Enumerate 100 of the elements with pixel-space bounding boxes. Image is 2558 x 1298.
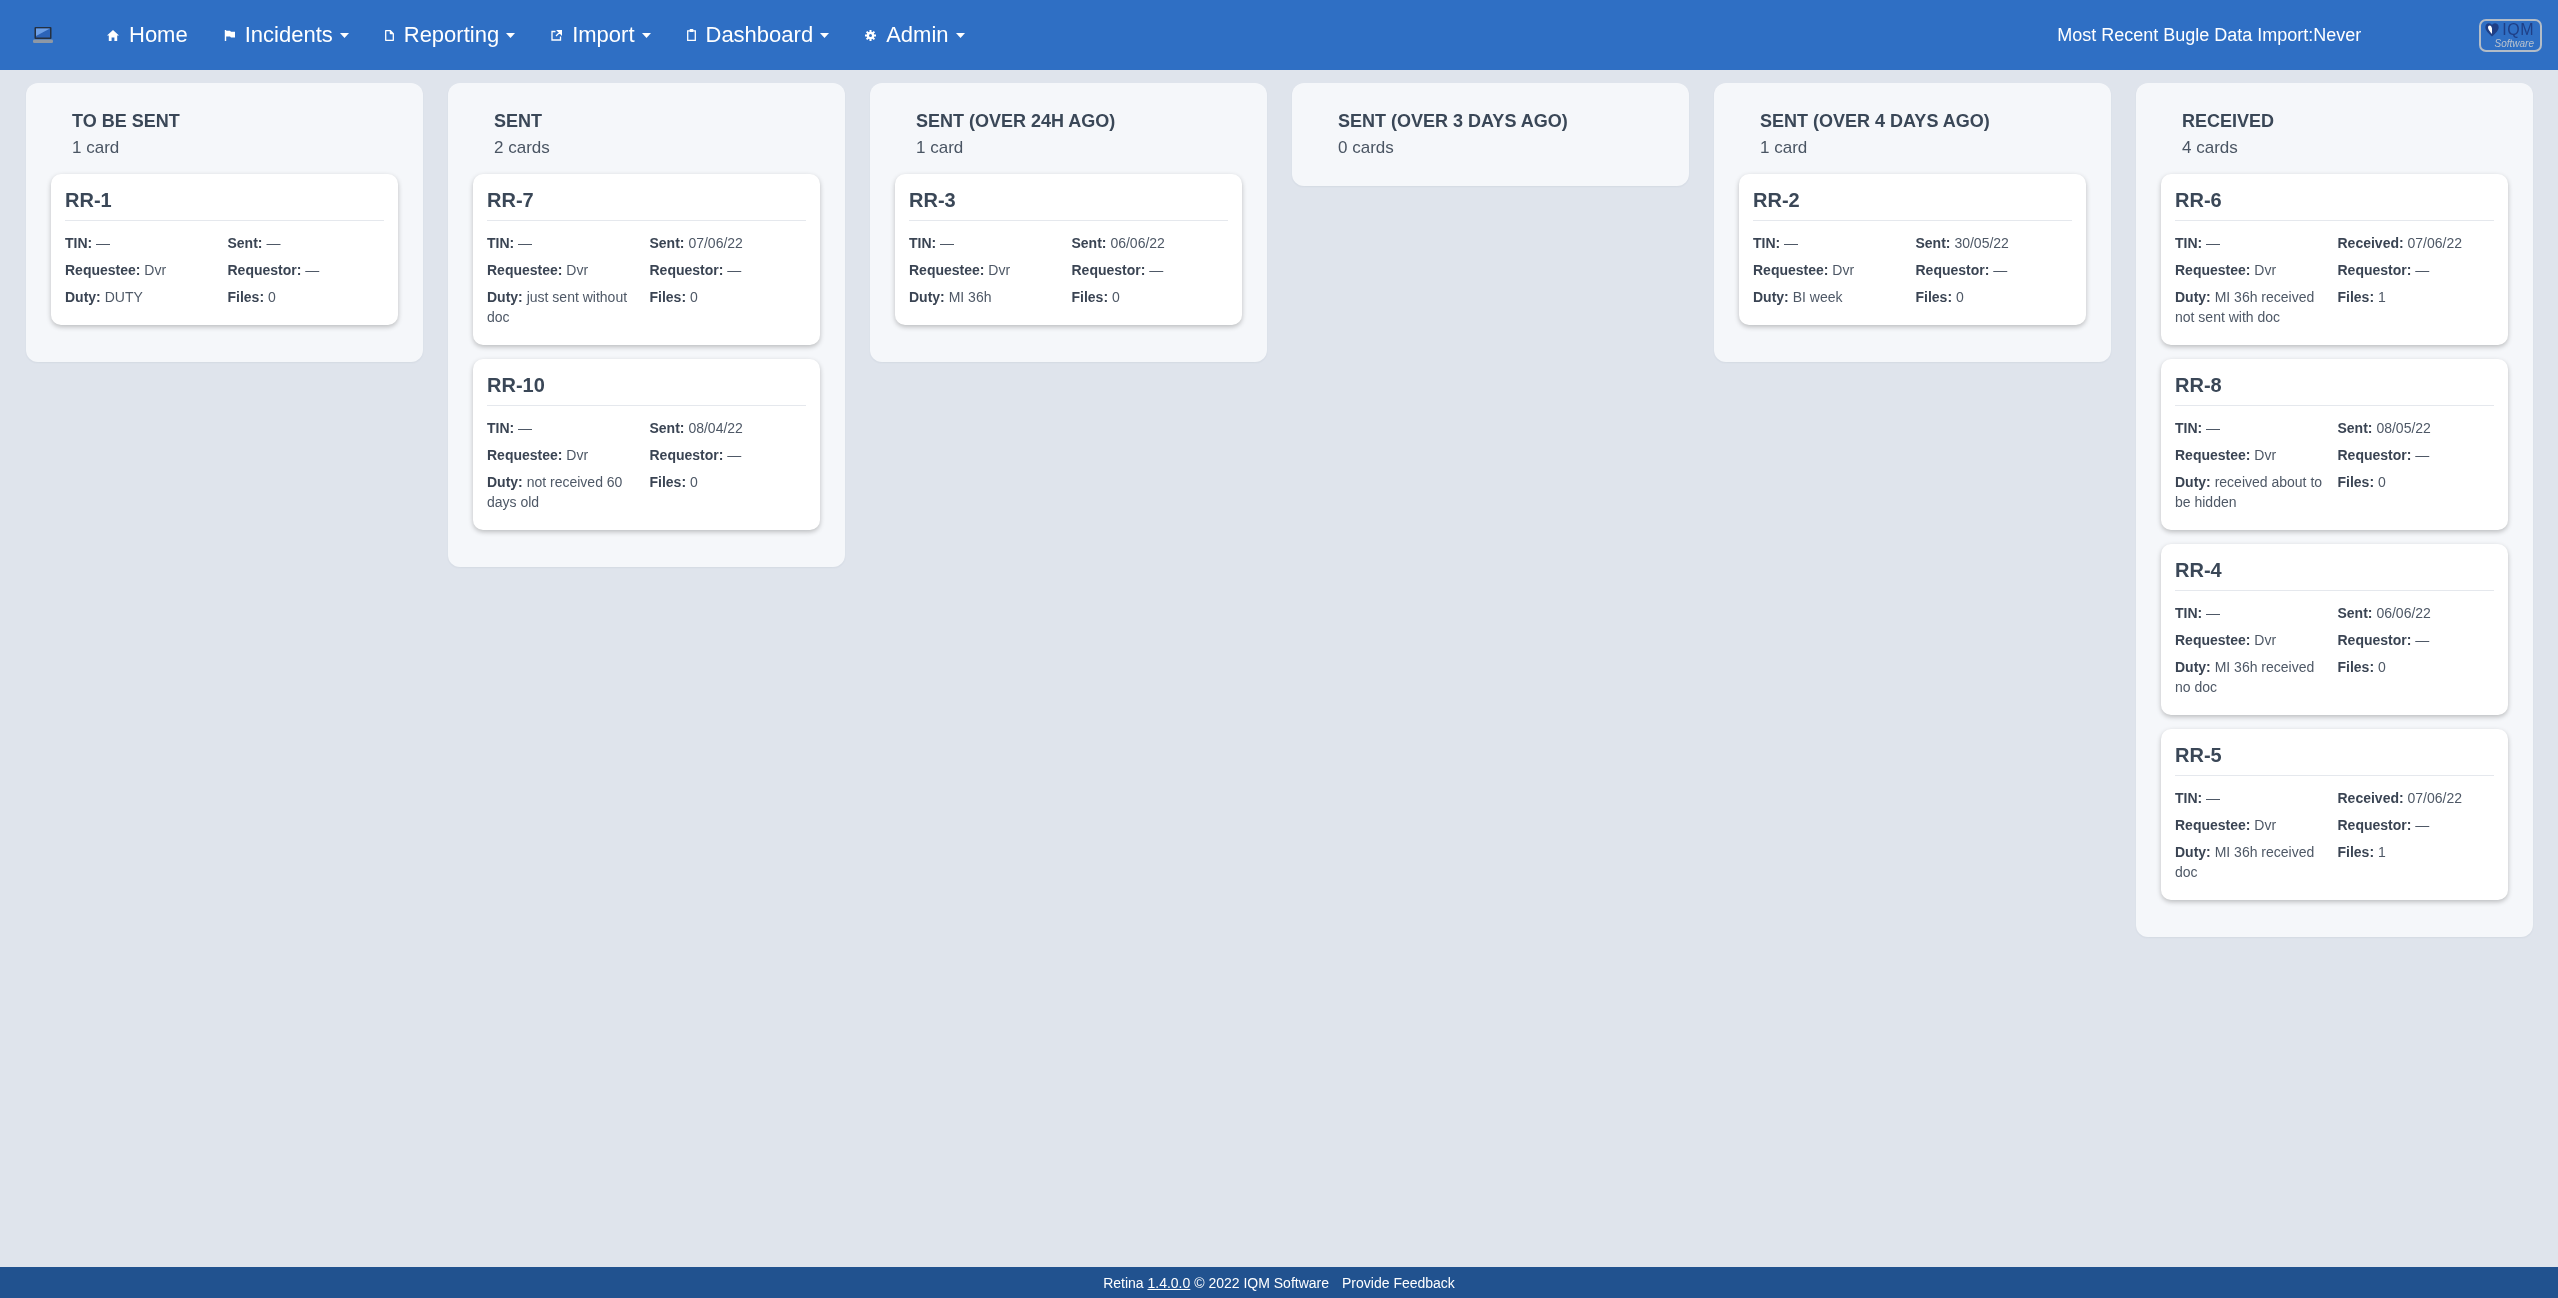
card-title: RR-10	[487, 373, 806, 406]
card-count: 1 card	[72, 137, 121, 159]
card-field: Sent: 08/04/22	[649, 418, 806, 438]
card-title: RR-8	[2175, 373, 2494, 406]
request-card[interactable]: RR-5 TIN: — Received: 07/06/22 Requestee: Dvr Requestor: — Duty: MI 36h received doc Files: 1	[2161, 729, 2508, 900]
file-icon	[384, 29, 394, 41]
card-field: Received: 07/06/22	[2337, 233, 2494, 253]
card-field: Requestee: Dvr	[1753, 260, 1910, 280]
laptop-icon[interactable]	[33, 27, 53, 43]
request-card[interactable]: RR-10 TIN: — Sent: 08/04/22 Requestee: Dvr Requestor: — Duty: not received 60 days old Files: 0	[473, 359, 820, 530]
nav-link[interactable]: Admin	[847, 16, 983, 54]
card-title: RR-7	[487, 188, 806, 221]
card-field: Sent: 30/05/22	[1915, 233, 2072, 253]
card-field: TIN: —	[487, 233, 644, 253]
card-field: Requestee: Dvr	[2175, 815, 2332, 835]
card-field: Files: 1	[2337, 842, 2494, 882]
request-card[interactable]: RR-3 TIN: — Sent: 06/06/22 Requestee: Dvr Requestor: — Duty: MI 36h Files: 0	[895, 174, 1242, 325]
clipboard-icon	[686, 29, 696, 41]
card-field: Duty: MI 36h received no doc	[2175, 657, 2332, 697]
card-field: Sent: 06/06/22	[1071, 233, 1228, 253]
nav-link[interactable]: Incidents	[205, 16, 367, 54]
card-field: Sent: 07/06/22	[649, 233, 806, 253]
card-field: Requestee: Dvr	[2175, 445, 2332, 465]
heart-icon	[2485, 22, 2500, 37]
column-title: SENT (OVER 4 DAYS AGO)	[1760, 110, 1991, 132]
card-field: Requestor: —	[2337, 815, 2494, 835]
card-field: Files: 0	[1071, 287, 1228, 307]
card-field: Requestor: —	[1915, 260, 2072, 280]
card-field: TIN: —	[2175, 233, 2332, 253]
card-field: TIN: —	[65, 233, 222, 253]
column-title: SENT (OVER 3 DAYS AGO)	[1338, 110, 1569, 132]
request-card[interactable]: RR-2 TIN: — Sent: 30/05/22 Requestee: Dvr Requestor: — Duty: BI week Files: 0	[1739, 174, 2086, 325]
card-field: TIN: —	[1753, 233, 1910, 253]
card-field: Duty: MI 36h	[909, 287, 1066, 307]
card-count: 0 cards	[1338, 137, 1395, 159]
card-field: Files: 0	[649, 287, 806, 327]
card-field: Requestee: Dvr	[487, 260, 644, 280]
card-field: Duty: DUTY	[65, 287, 222, 307]
nav-link[interactable]: Reporting	[366, 16, 534, 54]
import-status-text: Most Recent Bugle Data Import:Never	[2057, 24, 2362, 46]
version-link[interactable]: 1.4.0.0	[1147, 1274, 1191, 1291]
card-field: Files: 0	[2337, 472, 2494, 512]
card-title: RR-2	[1753, 188, 2072, 221]
nav-link[interactable]: Home	[89, 16, 206, 54]
card-field: TIN: —	[909, 233, 1066, 253]
card-field: Sent: 08/05/22	[2337, 418, 2494, 438]
card-field: Requestee: Dvr	[487, 445, 644, 465]
card-field: Files: 1	[2337, 287, 2494, 327]
column-title: TO BE SENT	[72, 110, 181, 132]
card-count: 2 cards	[494, 137, 551, 159]
home-icon	[107, 29, 119, 41]
flag-icon	[223, 29, 235, 41]
request-card[interactable]: RR-7 TIN: — Sent: 07/06/22 Requestee: Dvr Requestor: — Duty: just sent without doc Files: 0	[473, 174, 820, 345]
request-card[interactable]: RR-8 TIN: — Sent: 08/05/22 Requestee: Dvr Requestor: — Duty: received about to be hidden Files: 0	[2161, 359, 2508, 530]
card-count: 4 cards	[2182, 137, 2239, 159]
logo-name: IQM	[2502, 21, 2534, 38]
card-field: Received: 07/06/22	[2337, 788, 2494, 808]
card-field: Duty: MI 36h received not sent with doc	[2175, 287, 2332, 327]
request-card[interactable]: RR-1 TIN: — Sent: — Requestee: Dvr Requestor: — Duty: DUTY Files: 0	[51, 174, 398, 325]
nav-link[interactable]: Dashboard	[668, 16, 848, 54]
card-field: Requestor: —	[2337, 445, 2494, 465]
card-field: Files: 0	[227, 287, 384, 307]
card-count: 1 card	[916, 137, 965, 159]
card-field: Files: 0	[1915, 287, 2072, 307]
card-field: Requestor: —	[227, 260, 384, 280]
card-title: RR-1	[65, 188, 384, 221]
card-field: Requestor: —	[2337, 260, 2494, 280]
card-field: TIN: —	[2175, 788, 2332, 808]
card-field: TIN: —	[2175, 418, 2332, 438]
card-field: Requestor: —	[1071, 260, 1228, 280]
card-field: Requestee: Dvr	[2175, 630, 2332, 650]
card-field: Requestor: —	[649, 260, 806, 280]
logo-tagline: Software	[2493, 37, 2534, 49]
request-card[interactable]: RR-4 TIN: — Sent: 06/06/22 Requestee: Dvr Requestor: — Duty: MI 36h received no doc Files: 0	[2161, 544, 2508, 715]
column-title: SENT (OVER 24H AGO)	[916, 110, 1117, 132]
card-title: RR-5	[2175, 743, 2494, 776]
feedback-link[interactable]: Provide Feedback	[1342, 1274, 1455, 1291]
gear-icon	[865, 29, 877, 41]
card-field: Sent: 06/06/22	[2337, 603, 2494, 623]
card-field: Duty: not received 60 days old	[487, 472, 644, 512]
card-field: Duty: BI week	[1753, 287, 1910, 307]
card-title: RR-3	[909, 188, 1228, 221]
card-field: Requestee: Dvr	[65, 260, 222, 280]
column-title: RECEIVED	[2182, 110, 2276, 132]
card-field: Requestor: —	[2337, 630, 2494, 650]
card-title: RR-4	[2175, 558, 2494, 591]
card-count: 1 card	[1760, 137, 1809, 159]
card-field: TIN: —	[2175, 603, 2332, 623]
request-card[interactable]: RR-6 TIN: — Received: 07/06/22 Requestee: Dvr Requestor: — Duty: MI 36h received not sent with doc Files: 1	[2161, 174, 2508, 345]
footer-text: Retina 1.4.0.0 © 2022 IQM Software	[1103, 1274, 1330, 1291]
nav-link[interactable]: Import	[533, 16, 669, 54]
card-field: Requestee: Dvr	[909, 260, 1066, 280]
card-title: RR-6	[2175, 188, 2494, 221]
card-field: Duty: just sent without doc	[487, 287, 644, 327]
card-field: Sent: —	[227, 233, 384, 253]
card-field: TIN: —	[487, 418, 644, 438]
column-title: SENT	[494, 110, 543, 132]
card-field: Requestee: Dvr	[2175, 260, 2332, 280]
card-field: Files: 0	[2337, 657, 2494, 697]
card-field: Duty: received about to be hidden	[2175, 472, 2332, 512]
